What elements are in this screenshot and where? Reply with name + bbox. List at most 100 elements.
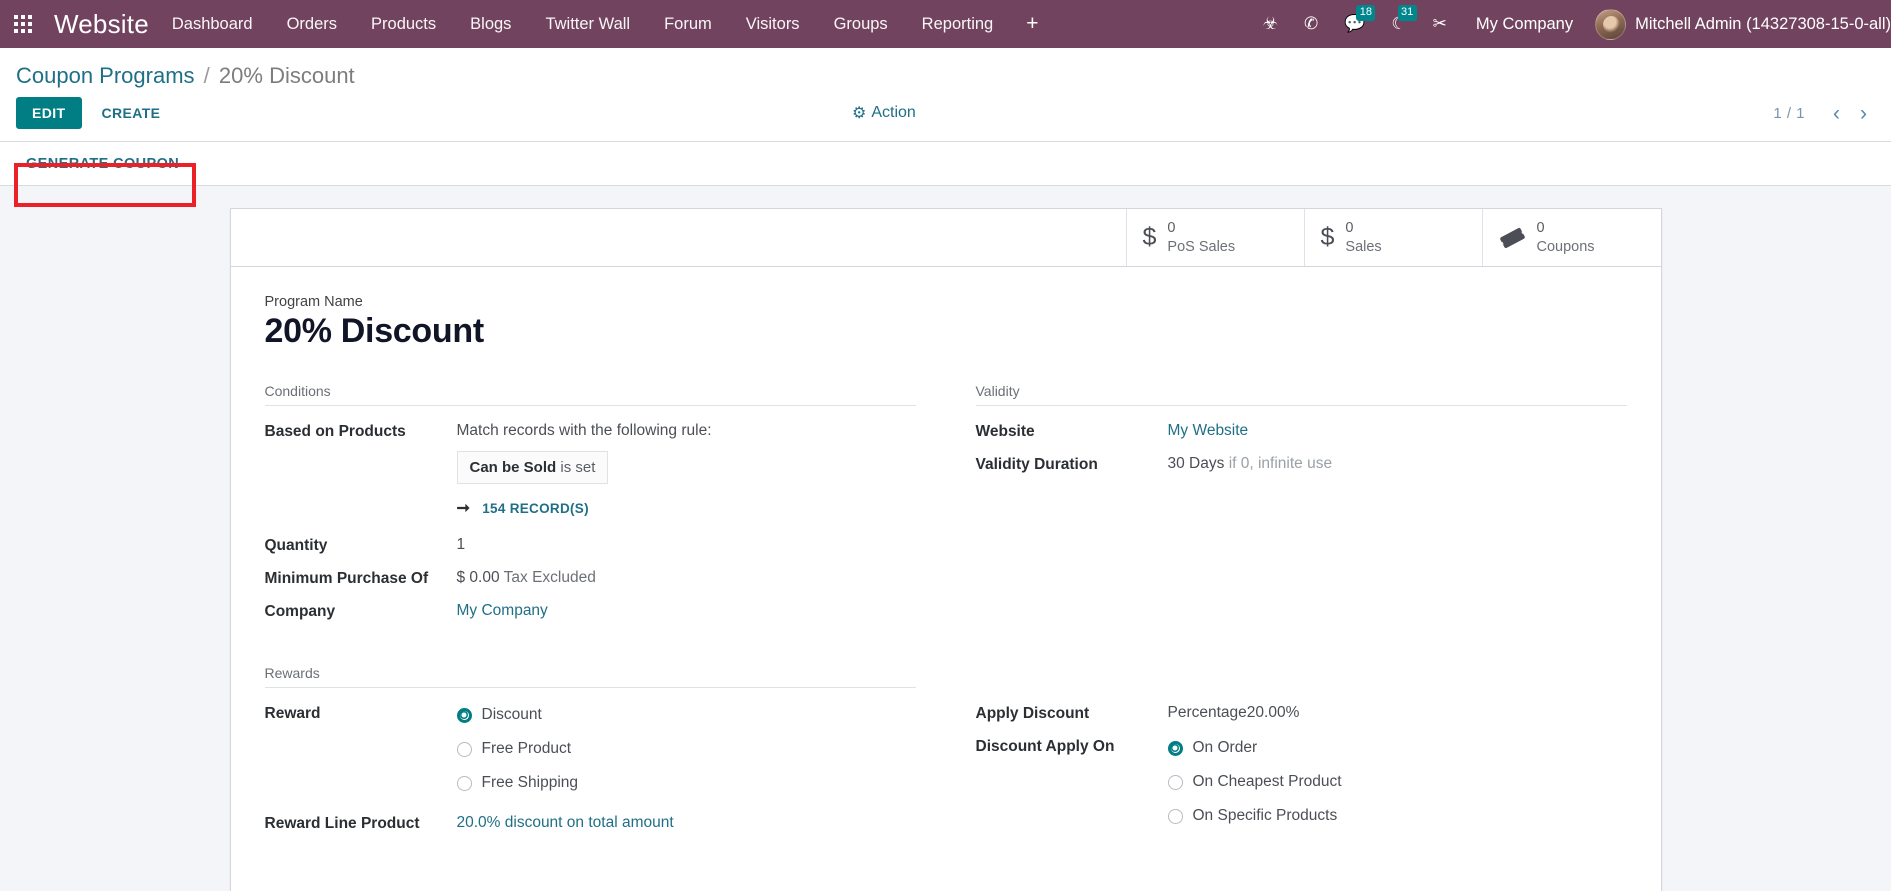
user-name: Mitchell Admin (14327308-15-0-all) [1635,14,1891,33]
apps-menu-button[interactable] [0,0,46,48]
domain-rule[interactable]: Can be Sold is set [456,451,609,484]
generate-coupon-button[interactable]: GENERATE COUPON [16,148,189,180]
discount-apply-on-label: Discount Apply On [975,738,1115,755]
menu-item-dashboard[interactable]: Dashboard [155,0,270,48]
breadcrumb: Coupon Programs / 20% Discount [0,48,1891,92]
radio-apply-on-order[interactable]: On Order [1167,739,1627,757]
pager-count: 1 / 1 [1773,104,1805,122]
radio-apply-on-cheapest-product[interactable]: On Cheapest Product [1167,773,1627,791]
field-reward: Reward Discount Free Product Free Shippi… [265,704,916,792]
smart-button-pos-sales[interactable]: $ 0 PoS Sales [1127,209,1305,266]
based-on-products-value: Match records with the following rule: C… [456,422,916,518]
validity-duration-amount: 30 Days [1167,455,1225,472]
radio-reward-discount-label: Discount [481,706,542,723]
field-validity-duration: Validity Duration 30 Days if 0, infinite… [976,455,1627,474]
domain-records-count: 154 RECORD(S) [482,500,589,516]
radio-indicator [1167,808,1183,824]
edit-button[interactable]: EDIT [16,97,82,129]
top-navbar: Website Dashboard Orders Products Blogs … [0,0,1891,48]
bug-icon[interactable]: ☣ [1250,0,1291,48]
smart-button-coupons[interactable]: 0 Coupons [1483,209,1661,266]
field-discount-apply-on: Discount Apply On On Order On Cheapest P… [976,737,1627,825]
radio-reward-free-product-label: Free Product [481,740,572,757]
discount-apply-on-options: On Order On Cheapest Product On Specific… [1167,737,1627,825]
minimum-purchase-amount: $ 0.00 [456,569,500,586]
menu-item-orders[interactable]: Orders [270,0,354,48]
smart-button-row: $ 0 PoS Sales $ 0 Sales 0 Coupons [230,209,1661,267]
website-value[interactable]: My Website [1168,422,1627,440]
field-company: Company My Company [265,602,916,621]
minimum-purchase-suffix: Tax Excluded [503,569,596,586]
sales-label: Sales [1345,238,1382,255]
page-title[interactable]: 20% Discount [265,312,1627,351]
menu-item-products[interactable]: Products [354,0,453,48]
pager-next-icon[interactable]: › [1852,103,1875,124]
dollar-icon: $ [1320,223,1335,251]
domain-intro: Match records with the following rule: [456,422,712,439]
reward-line-product-value[interactable]: 20.0% discount on total amount [457,814,916,832]
main-menu: Dashboard Orders Products Blogs Twitter … [155,0,1055,48]
radio-apply-on-specific-products-label: On Specific Products [1192,807,1338,824]
avatar [1595,8,1627,40]
reward-options: Discount Free Product Free Shipping [456,704,916,792]
radio-reward-free-product[interactable]: Free Product [456,740,916,758]
messages-icon[interactable]: 💬 18 [1331,0,1378,48]
create-button[interactable]: CREATE [88,97,175,129]
user-menu[interactable]: Mitchell Admin (14327308-15-0-all) [1589,8,1891,40]
rewards-group-left: Rewards Reward Discount Free Product Fre… [264,665,916,847]
apply-discount-value[interactable]: Percentage20.00% [1168,704,1627,722]
radio-apply-on-specific-products[interactable]: On Specific Products [1167,807,1627,825]
domain-operator: is set [560,459,596,476]
coupons-value: 0 [1536,220,1545,237]
field-website: Website My Website [976,422,1627,441]
field-reward-line-product: Reward Line Product 20.0% discount on to… [265,814,916,833]
menu-item-blogs[interactable]: Blogs [453,0,528,48]
breadcrumb-separator: / [203,63,210,88]
messages-badge: 18 [1356,5,1376,21]
field-quantity: Quantity 1 [265,536,916,555]
menu-item-forum[interactable]: Forum [647,0,729,48]
menu-item-groups[interactable]: Groups [817,0,905,48]
gear-icon: ⚙ [852,105,867,122]
control-panel-buttons: EDIT CREATE ⚙ Action 1 / 1 ‹ › [0,92,1891,141]
menu-item-twitter-wall[interactable]: Twitter Wall [528,0,647,48]
radio-reward-free-shipping[interactable]: Free Shipping [456,774,916,792]
radio-indicator [456,775,472,791]
quantity-label: Quantity [264,537,328,554]
radio-reward-discount[interactable]: Discount [456,706,916,724]
phone-icon[interactable]: ✆ [1291,0,1331,48]
breadcrumb-root[interactable]: Coupon Programs [16,63,195,88]
domain-field: Can be Sold [469,459,557,476]
add-menu-button[interactable]: + [1010,0,1054,48]
radio-reward-free-shipping-label: Free Shipping [481,774,579,791]
quantity-value[interactable]: 1 [457,536,916,554]
systray: ☣ ✆ 💬 18 ☾ 31 ✂ My Company Mitchell Admi… [1250,0,1891,48]
form-body: Program Name 20% Discount Conditions Bas… [231,267,1661,887]
menu-item-visitors[interactable]: Visitors [729,0,817,48]
company-value[interactable]: My Company [457,602,916,620]
company-switcher[interactable]: My Company [1460,0,1589,48]
domain-records-link[interactable]: ➞ 154 RECORD(S) [457,498,916,518]
form-sheet: $ 0 PoS Sales $ 0 Sales 0 Coupons Progra… [229,208,1662,891]
radio-indicator [456,707,472,723]
control-panel: Coupon Programs / 20% Discount EDIT CREA… [0,48,1891,142]
smart-button-sales[interactable]: $ 0 Sales [1305,209,1483,266]
company-label: Company [264,603,336,620]
group-conditions-validity: Conditions Based on Products Match recor… [264,383,1627,635]
activities-icon[interactable]: ☾ 31 [1378,0,1419,48]
conditions-group: Conditions Based on Products Match recor… [264,383,916,635]
menu-item-reporting[interactable]: Reporting [905,0,1011,48]
action-menu[interactable]: ⚙ Action [852,103,916,123]
minimum-purchase-value[interactable]: $ 0.00 Tax Excluded [457,569,916,587]
field-based-on-products: Based on Products Match records with the… [265,422,916,518]
rewards-group-right: Apply Discount Percentage20.00% Discount… [976,665,1627,847]
apps-grid-icon [14,15,32,33]
brand-website[interactable]: Website [46,9,155,40]
reward-label: Reward [264,705,321,722]
validity-duration-value[interactable]: 30 Days if 0, infinite use [1168,455,1627,473]
radio-indicator [456,741,472,757]
pos-sales-value: 0 [1167,220,1176,237]
pager-previous-icon[interactable]: ‹ [1825,103,1848,124]
field-minimum-purchase: Minimum Purchase Of $ 0.00 Tax Excluded [265,569,916,588]
debug-tools-icon[interactable]: ✂ [1420,0,1460,48]
